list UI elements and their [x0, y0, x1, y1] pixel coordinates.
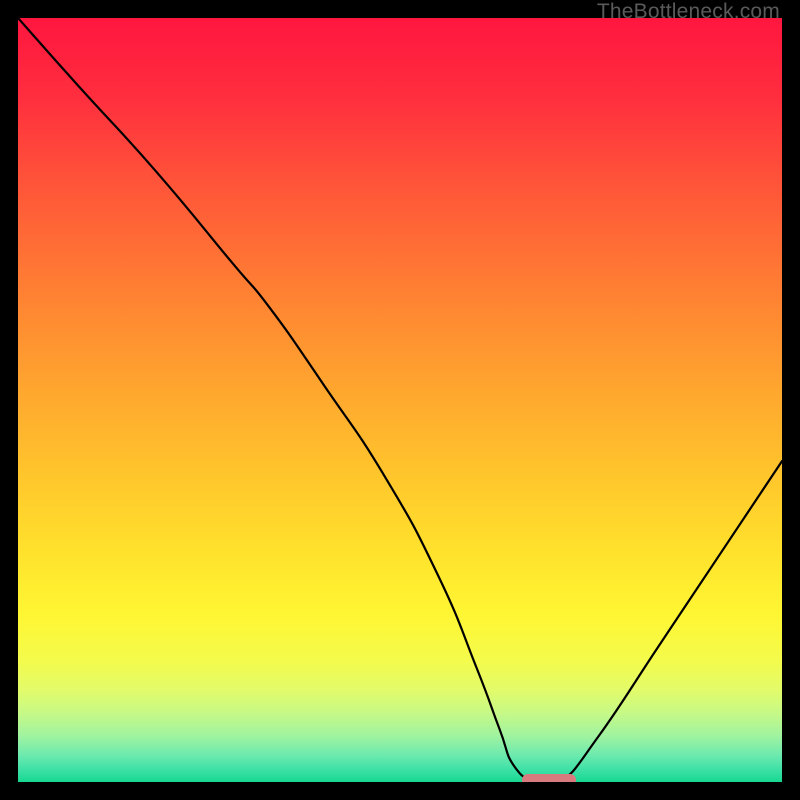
- chart-frame: TheBottleneck.com: [0, 0, 800, 800]
- watermark-text: TheBottleneck.com: [597, 0, 780, 24]
- optimal-marker: [522, 774, 575, 782]
- bottleneck-curve: [18, 18, 782, 782]
- plot-area: [18, 18, 782, 782]
